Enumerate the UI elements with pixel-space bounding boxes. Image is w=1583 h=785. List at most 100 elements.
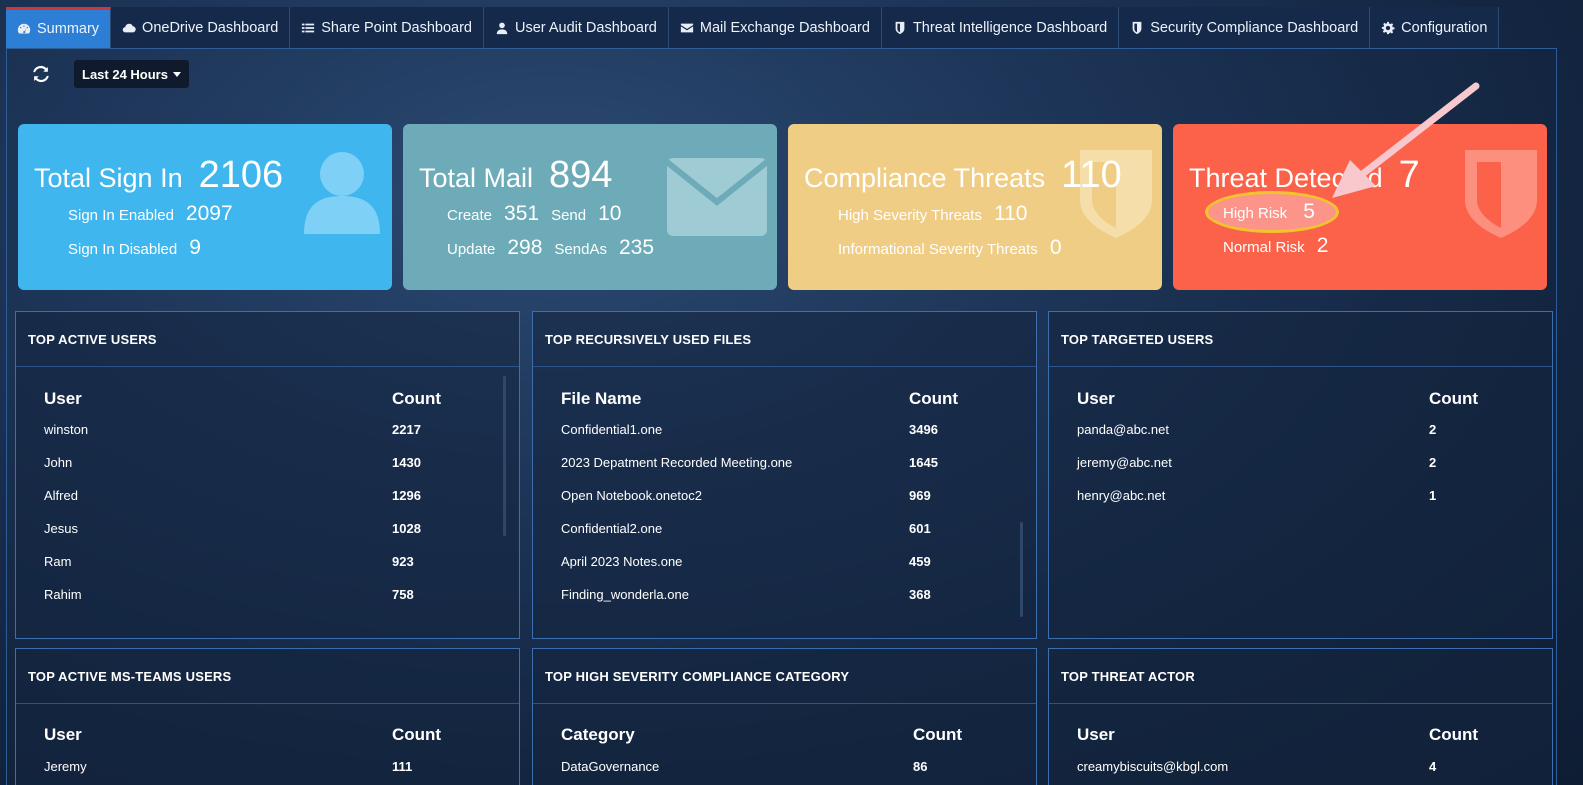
table-row-count: 86 xyxy=(913,759,927,774)
table-row[interactable]: Alfred xyxy=(44,488,78,503)
cell-count: 1430 xyxy=(392,455,421,470)
scrollbar[interactable] xyxy=(503,376,506,536)
column-header-file-name[interactable]: File Name xyxy=(561,389,641,409)
column-header-count[interactable]: Count xyxy=(909,389,958,409)
top-active-users-panel: TOP ACTIVE USERS User Count winston 2217… xyxy=(15,311,520,639)
column-header-count[interactable]: Count xyxy=(913,725,962,745)
cell-file: Finding_wonderla.one xyxy=(561,587,689,602)
envelope-icon xyxy=(680,23,693,32)
row-label: Sign In Enabled xyxy=(68,207,174,224)
cell-count: 2217 xyxy=(392,422,421,437)
tab-mail-exchange[interactable]: Mail Exchange Dashboard xyxy=(668,7,882,48)
column-header-count[interactable]: Count xyxy=(1429,725,1478,745)
tab-security-compliance[interactable]: Security Compliance Dashboard xyxy=(1119,7,1371,48)
table-row[interactable]: jeremy@abc.net xyxy=(1077,455,1172,470)
top-active-ms-teams-users-panel: TOP ACTIVE MS-TEAMS USERS User Count Jer… xyxy=(15,648,520,785)
column-header-category[interactable]: Category xyxy=(561,725,635,745)
table-row[interactable]: 2023 Depatment Recorded Meeting.one xyxy=(561,455,792,470)
gear-icon xyxy=(1382,21,1395,34)
tab-user-audit[interactable]: User Audit Dashboard xyxy=(484,7,669,48)
table-row[interactable]: creamybiscuits@kbgl.com xyxy=(1077,759,1228,774)
table-row-count: 368 xyxy=(909,587,931,602)
tab-label: Share Point Dashboard xyxy=(321,19,473,36)
cell-count: 1 xyxy=(1429,488,1437,503)
tab-configuration[interactable]: Configuration xyxy=(1370,7,1500,48)
table-row[interactable]: John xyxy=(44,455,72,470)
table-row-count: 758 xyxy=(392,587,414,602)
dashboard-icon xyxy=(17,23,31,34)
card-title-row: Total Mail 894 xyxy=(419,154,612,197)
column-header-count[interactable]: Count xyxy=(392,725,441,745)
tab-sharepoint[interactable]: Share Point Dashboard xyxy=(290,7,485,48)
table-row[interactable]: Confidential2.one xyxy=(561,521,662,536)
cell-count: 4 xyxy=(1429,759,1437,774)
card-total: 894 xyxy=(549,154,613,196)
row-label: SendAs xyxy=(554,241,607,258)
cell-count: 1296 xyxy=(392,488,421,503)
tab-onedrive[interactable]: OneDrive Dashboard xyxy=(111,7,291,48)
time-range-dropdown[interactable]: Last 24 Hours xyxy=(74,60,189,88)
panel-title: TOP RECURSIVELY USED FILES xyxy=(533,312,1036,367)
toolbar: Last 24 Hours xyxy=(28,60,189,88)
table-row-count: 1430 xyxy=(392,455,421,470)
tab-threat-intelligence[interactable]: Threat Intelligence Dashboard xyxy=(881,7,1120,48)
table-row[interactable]: henry@abc.net xyxy=(1077,488,1165,503)
mail-update-row: Update 298 SendAs 235 xyxy=(447,236,654,260)
normal-risk-row[interactable]: Normal Risk 2 xyxy=(1223,234,1328,258)
table-row[interactable]: April 2023 Notes.one xyxy=(561,554,682,569)
cell-user: John xyxy=(44,455,73,470)
cell-user: creamybiscuits@kbgl.com xyxy=(1077,759,1229,774)
informational-severity-row: Informational Severity Threats 0 xyxy=(838,236,1062,260)
column-header-count[interactable]: Count xyxy=(392,389,441,409)
time-range-label: Last 24 Hours xyxy=(82,66,168,82)
cell-file: Confidential2.one xyxy=(561,521,663,536)
card-title: Compliance Threats xyxy=(804,163,1046,193)
table-row-count: 1296 xyxy=(392,488,421,503)
list-icon xyxy=(302,23,315,32)
cell-user: Rahim xyxy=(44,587,82,602)
table-row-count: 2 xyxy=(1429,422,1436,437)
table-row[interactable]: Ram xyxy=(44,554,71,569)
cloud-icon xyxy=(122,23,136,32)
table-row[interactable]: Jesus xyxy=(44,521,78,536)
row-value: 5 xyxy=(1303,200,1315,223)
cell-user: winston xyxy=(44,422,89,437)
table-row[interactable]: panda@abc.net xyxy=(1077,422,1169,437)
cell-file: April 2023 Notes.one xyxy=(561,554,683,569)
card-title-row: Compliance Threats 110 xyxy=(804,154,1122,197)
column-header-user[interactable]: User xyxy=(44,389,82,409)
cell-count: 459 xyxy=(909,554,931,569)
total-sign-in-card: Total Sign In 2106 Sign In Enabled 2097 … xyxy=(18,124,392,290)
card-title: Total Mail xyxy=(419,163,534,193)
card-title-row: Total Sign In 2106 xyxy=(34,154,283,197)
scrollbar[interactable] xyxy=(1020,522,1023,617)
top-targeted-users-panel: TOP TARGETED USERS User Count panda@abc.… xyxy=(1048,311,1553,639)
tab-summary[interactable]: Summary xyxy=(6,7,112,48)
table-row[interactable]: winston xyxy=(44,422,88,437)
table-row-count: 3496 xyxy=(909,422,938,437)
cell-count: 601 xyxy=(909,521,931,536)
cell-file: 2023 Depatment Recorded Meeting.one xyxy=(561,455,793,470)
table-row[interactable]: Jeremy xyxy=(44,759,87,774)
table-row[interactable]: Finding_wonderla.one xyxy=(561,587,689,602)
column-header-user[interactable]: User xyxy=(1077,389,1115,409)
column-header-user[interactable]: User xyxy=(44,725,82,745)
table-row-count: 1 xyxy=(1429,488,1436,503)
table-row-count: 969 xyxy=(909,488,931,503)
cell-count: 969 xyxy=(909,488,931,503)
tab-label: Security Compliance Dashboard xyxy=(1150,19,1359,36)
card-title: Total Sign In xyxy=(34,163,183,193)
table-row[interactable]: DataGovernance xyxy=(561,759,659,774)
table-row[interactable]: Confidential1.one xyxy=(561,422,662,437)
row-value: 298 xyxy=(507,236,543,259)
cell-category: DataGovernance xyxy=(561,759,660,774)
column-header-user[interactable]: User xyxy=(1077,725,1115,745)
refresh-icon[interactable] xyxy=(28,61,54,87)
table-row[interactable]: Open Notebook.onetoc2 xyxy=(561,488,702,503)
cell-count: 923 xyxy=(392,554,414,569)
cell-user: Jeremy xyxy=(44,759,87,774)
table-row[interactable]: Rahim xyxy=(44,587,82,602)
column-header-count[interactable]: Count xyxy=(1429,389,1478,409)
high-risk-row[interactable]: High Risk 5 xyxy=(1223,200,1315,224)
top-recursively-used-files-panel: TOP RECURSIVELY USED FILES File Name Cou… xyxy=(532,311,1037,639)
